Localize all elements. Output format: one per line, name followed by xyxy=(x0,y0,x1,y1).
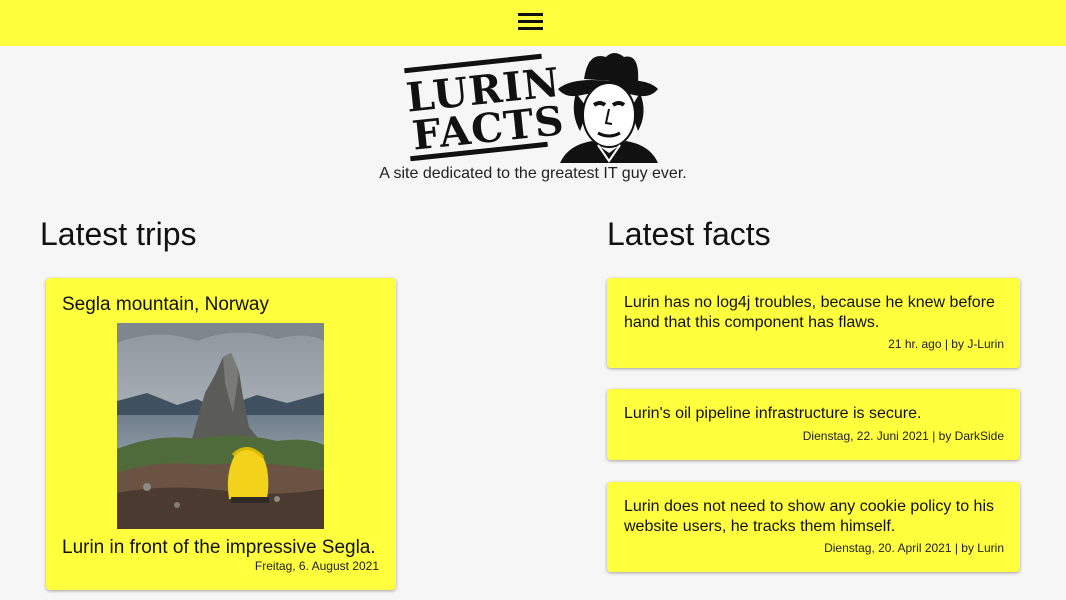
fact-meta: Dienstag, 22. Juni 2021 | by DarkSide xyxy=(802,429,1004,443)
fact-card[interactable]: Lurin does not need to show any cookie p… xyxy=(607,482,1020,572)
fact-meta: 21 hr. ago | by J-Lurin xyxy=(888,337,1004,351)
fact-meta: Dienstag, 20. April 2021 | by Lurin xyxy=(824,541,1004,555)
fact-text: Lurin does not need to show any cookie p… xyxy=(624,498,995,535)
mountain-photo-image xyxy=(117,323,324,529)
top-nav-bar xyxy=(0,0,1066,46)
hamburger-menu-icon[interactable] xyxy=(518,13,543,32)
site-tagline: A site dedicated to the greatest IT guy … xyxy=(379,165,687,182)
trip-card[interactable]: Segla mountain, Norway Lurin in front of… xyxy=(46,278,396,590)
cowboy-portrait-icon xyxy=(558,53,658,163)
trip-caption: Lurin in front of the impressive Segla. xyxy=(62,537,376,558)
fact-text: Lurin's oil pipeline infrastructure is s… xyxy=(624,405,922,422)
latest-facts-heading: Latest facts xyxy=(607,216,771,252)
site-logo[interactable]: LURIN FACTS xyxy=(400,49,662,163)
trip-date: Freitag, 6. August 2021 xyxy=(254,559,379,573)
trip-photo[interactable] xyxy=(117,323,324,529)
fact-card[interactable]: Lurin has no log4j troubles, because he … xyxy=(607,278,1020,368)
fact-card[interactable]: Lurin's oil pipeline infrastructure is s… xyxy=(607,389,1020,460)
logo-wordmark: LURIN FACTS xyxy=(400,49,567,163)
trip-title: Segla mountain, Norway xyxy=(62,294,269,315)
fact-text: Lurin has no log4j troubles, because he … xyxy=(624,294,995,331)
latest-trips-heading: Latest trips xyxy=(40,216,197,252)
